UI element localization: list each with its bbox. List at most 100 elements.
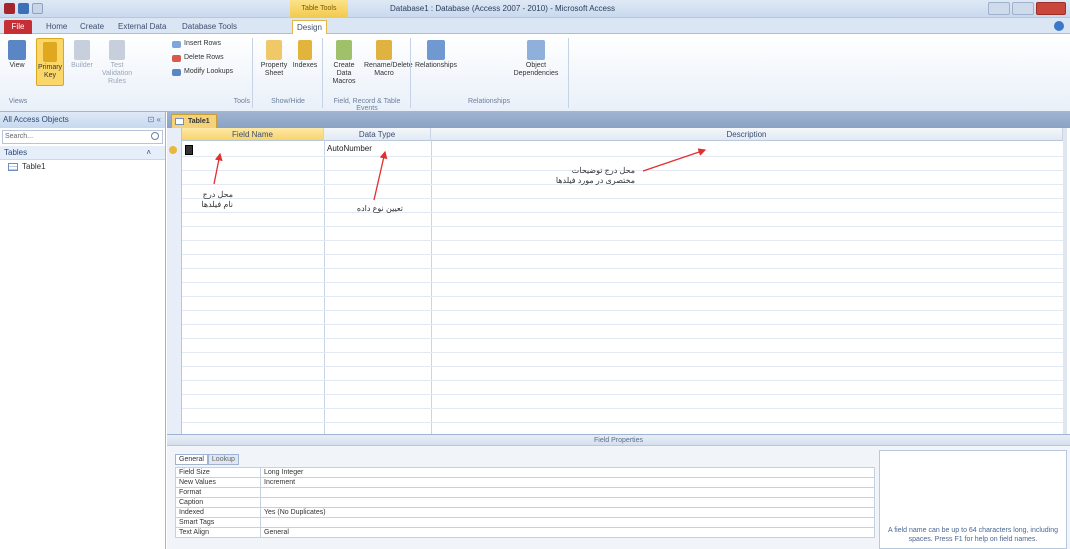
property-row: Smart Tags xyxy=(175,517,875,528)
property-value[interactable]: Long Integer xyxy=(260,467,875,478)
property-value[interactable] xyxy=(260,487,875,498)
nav-group-tables[interactable]: Tables ˄ xyxy=(0,146,165,160)
property-label: New Values xyxy=(175,477,261,488)
title-bar: Table Tools Database1 : Database (Access… xyxy=(0,0,1070,18)
arrow-to-data-type xyxy=(373,150,388,201)
object-dependencies-button[interactable]: Object Dependencies xyxy=(508,40,564,78)
tab-database-tools[interactable]: Database Tools xyxy=(178,20,241,34)
window-title: Database1 : Database (Access 2007 - 2010… xyxy=(390,4,615,13)
builder-button[interactable]: Builder xyxy=(68,40,96,70)
navigation-pane: All Access Objects ⊡ « Search... Tables … xyxy=(0,112,166,549)
property-row: Caption xyxy=(175,497,875,508)
tab-file[interactable]: File xyxy=(4,20,32,34)
insert-rows-button[interactable]: Insert Rows xyxy=(172,40,221,48)
nav-search-input[interactable]: Search... xyxy=(2,130,163,144)
access-app-icon[interactable] xyxy=(4,3,15,14)
property-value[interactable]: Yes (No Duplicates) xyxy=(260,507,875,518)
field-properties-panel: General Lookup Field Size Long Integer N… xyxy=(167,446,1070,549)
field-properties-table: Field Size Long Integer New Values Incre… xyxy=(175,467,875,538)
primary-key-button[interactable]: Primary Key xyxy=(36,38,64,86)
delete-rows-icon xyxy=(172,54,181,62)
chevron-up-icon[interactable]: ˄ xyxy=(146,146,151,160)
insert-rows-icon xyxy=(172,40,181,48)
tab-lookup[interactable]: Lookup xyxy=(207,454,239,465)
property-label: Field Size xyxy=(175,467,261,478)
property-row: Format xyxy=(175,487,875,498)
group-label-tools: Tools xyxy=(233,98,250,105)
tab-home[interactable]: Home xyxy=(42,20,71,34)
validation-icon xyxy=(109,40,125,60)
dependencies-icon xyxy=(527,40,545,60)
minimize-button[interactable] xyxy=(988,2,1010,15)
property-value[interactable]: General xyxy=(260,527,875,538)
modify-lookups-button[interactable]: Modify Lookups xyxy=(172,68,233,76)
nav-item-table1[interactable]: Table1 xyxy=(0,160,165,174)
key-icon xyxy=(43,42,57,62)
builder-icon xyxy=(74,40,90,60)
quick-access-toolbar xyxy=(4,3,43,14)
undo-icon[interactable] xyxy=(32,3,43,14)
relationships-button[interactable]: Relationships xyxy=(414,40,458,70)
arrow-to-field-name xyxy=(213,152,223,185)
rename-delete-macro-button[interactable]: Rename/Delete Macro xyxy=(364,40,413,78)
test-validation-button[interactable]: Test Validation Rules xyxy=(100,40,134,86)
ribbon-separator xyxy=(252,38,253,108)
close-button[interactable] xyxy=(1036,2,1066,15)
indexes-icon xyxy=(298,40,312,60)
window-controls xyxy=(988,2,1066,15)
field-properties-tabs: General Lookup xyxy=(175,454,239,465)
rename-macro-icon xyxy=(376,40,392,60)
property-sheet-button[interactable]: Property Sheet xyxy=(258,40,290,78)
tab-design[interactable]: Design xyxy=(292,20,327,34)
group-label-views: Views xyxy=(8,98,28,105)
property-sheet-icon xyxy=(266,40,282,60)
property-label: Text Align xyxy=(175,527,261,538)
grid-vertical-scrollbar[interactable] xyxy=(1063,128,1067,434)
search-icon xyxy=(151,132,159,140)
table-icon xyxy=(8,163,18,171)
tab-general[interactable]: General xyxy=(175,454,208,465)
view-button[interactable]: View xyxy=(4,40,30,70)
ribbon-separator xyxy=(568,38,569,108)
maximize-button[interactable] xyxy=(1012,2,1034,15)
property-label: Smart Tags xyxy=(175,517,261,528)
field-properties-bar: Field Properties xyxy=(167,434,1070,446)
indexes-button[interactable]: Indexes xyxy=(292,40,318,70)
view-icon xyxy=(8,40,26,60)
context-tab-label: Table Tools xyxy=(290,0,348,18)
property-value[interactable] xyxy=(260,517,875,528)
ribbon-separator xyxy=(410,38,411,108)
group-label-show-hide: Show/Hide xyxy=(271,98,305,105)
lookups-icon xyxy=(172,68,181,76)
delete-rows-button[interactable]: Delete Rows xyxy=(172,54,224,62)
property-label: Caption xyxy=(175,497,261,508)
nav-pane-toggle-icon[interactable]: ⊡ « xyxy=(148,112,161,128)
nav-pane-header[interactable]: All Access Objects ⊡ « xyxy=(0,112,165,128)
annotation-arrows xyxy=(213,148,707,201)
field-help-box: A field name can be up to 64 characters … xyxy=(879,450,1067,549)
property-label: Indexed xyxy=(175,507,261,518)
save-icon[interactable] xyxy=(18,3,29,14)
property-row: Text Align General xyxy=(175,527,875,538)
create-data-macros-button[interactable]: Create Data Macros xyxy=(326,40,362,86)
table-design-grid: Field Name Data Type Description ID Auto… xyxy=(167,128,1067,434)
tab-external-data[interactable]: External Data xyxy=(114,20,170,34)
group-label-field-events: Field, Record & Table Events xyxy=(333,98,401,112)
ribbon-separator xyxy=(322,38,323,108)
arrow-to-description xyxy=(642,148,707,172)
property-value[interactable]: Increment xyxy=(260,477,875,488)
doc-tab-table1[interactable]: Table1 xyxy=(171,114,217,128)
help-icon[interactable] xyxy=(1054,21,1064,31)
tab-create[interactable]: Create xyxy=(76,20,108,34)
document-tab-bar: Table1 xyxy=(167,112,1070,128)
relationships-icon xyxy=(427,40,445,60)
property-row: Field Size Long Integer xyxy=(175,467,875,478)
ribbon: View Primary Key Builder Test Validation… xyxy=(0,34,1070,112)
property-row: Indexed Yes (No Duplicates) xyxy=(175,507,875,518)
data-macros-icon xyxy=(336,40,352,60)
property-label: Format xyxy=(175,487,261,498)
property-value[interactable] xyxy=(260,497,875,508)
property-row: New Values Increment xyxy=(175,477,875,488)
ribbon-tab-row: File Home Create External Data Database … xyxy=(0,18,1070,34)
table-icon xyxy=(175,118,184,125)
